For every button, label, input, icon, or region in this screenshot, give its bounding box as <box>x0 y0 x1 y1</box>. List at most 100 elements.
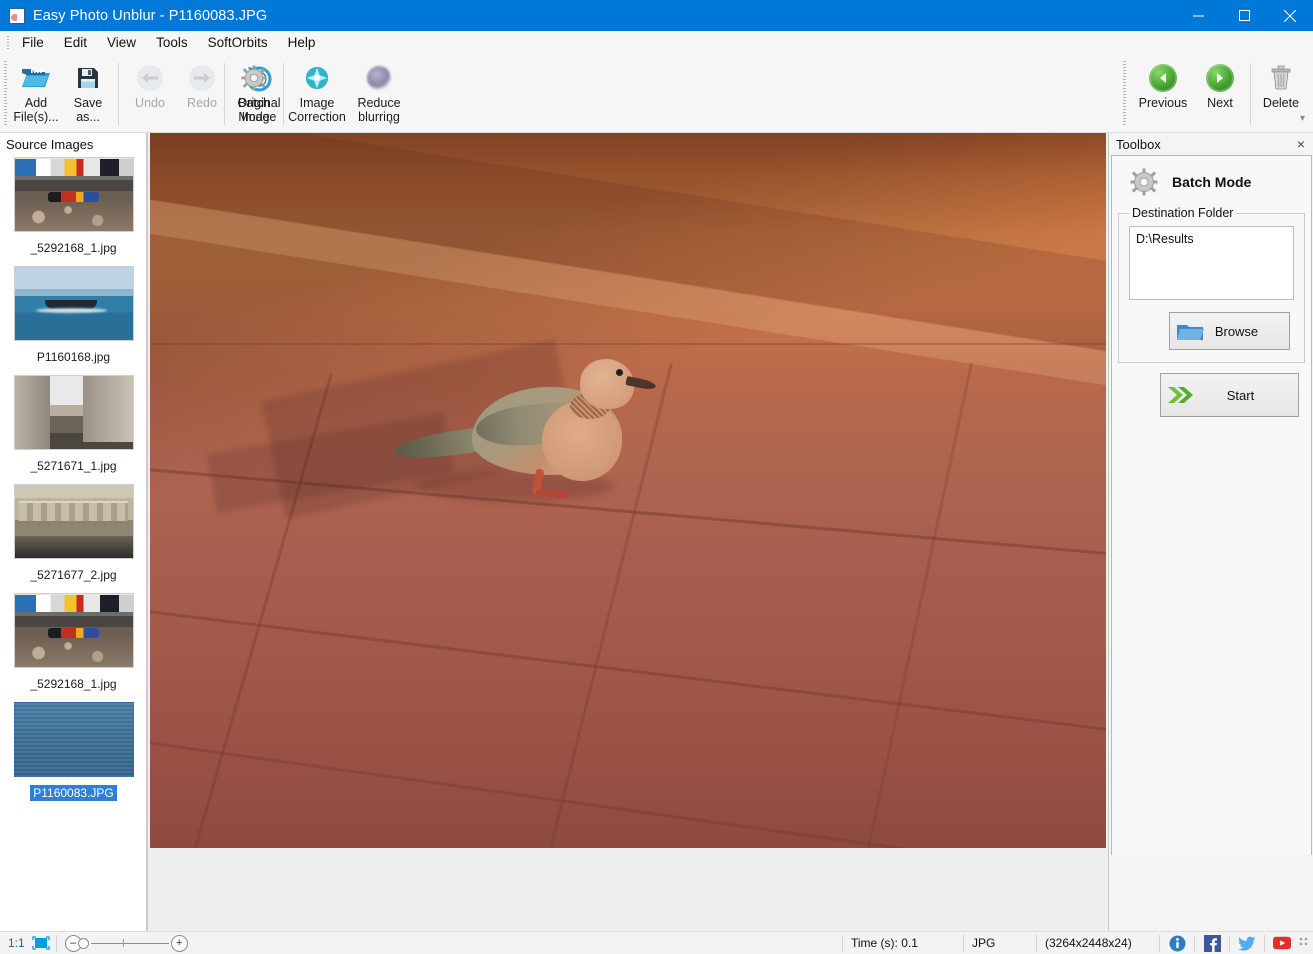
youtube-icon[interactable] <box>1273 935 1291 952</box>
start-label: Start <box>1226 387 1255 403</box>
zoom-ratio-label[interactable]: 1:1 <box>0 936 25 950</box>
image-correction-label: Image Correction <box>288 96 346 124</box>
thumbnail-image[interactable] <box>13 702 134 777</box>
zoom-slider-track[interactable] <box>90 938 169 947</box>
destination-folder-value[interactable]: D:\Results <box>1129 226 1294 300</box>
toolbar-right-grip[interactable] <box>1123 61 1126 125</box>
format-status: JPG <box>972 936 996 950</box>
thumbnail-image[interactable] <box>13 593 134 668</box>
start-button[interactable]: Start <box>1160 373 1299 417</box>
resize-grip[interactable] <box>1299 937 1311 949</box>
image-correction-icon <box>302 63 332 93</box>
thumbnail-caption: P1160083.JPG <box>30 785 117 801</box>
info-icon[interactable] <box>1168 935 1186 952</box>
menu-label-edit: Edit <box>63 35 88 50</box>
previous-icon <box>1148 63 1178 93</box>
title-bar: Easy Photo Unblur - P1160083.JPG <box>0 0 1313 31</box>
toolbar-separator-1 <box>118 63 119 125</box>
reduce-blurring-label: Reduce blurring <box>357 96 401 124</box>
close-icon[interactable]: × <box>1295 137 1307 151</box>
menu-bar: File Edit View Tools SoftOrbits Help <box>0 31 1313 55</box>
delete-icon <box>1266 63 1296 93</box>
dove-subject <box>392 353 657 513</box>
thumbnail-image[interactable] <box>13 157 134 232</box>
social-links <box>1160 934 1299 952</box>
thumbnail-caption: _5271677_2.jpg <box>30 568 117 582</box>
save-as-button[interactable]: Save as... <box>62 59 114 124</box>
list-item[interactable]: _5271677_2.jpg <box>0 482 147 591</box>
redo-icon <box>187 63 217 93</box>
thumbnail-caption: _5292168_1.jpg <box>30 241 117 255</box>
menu-item-file[interactable]: File <box>12 32 54 53</box>
previous-button[interactable]: Previous <box>1132 59 1194 125</box>
fit-to-window-icon[interactable] <box>32 936 50 950</box>
undo-label: Undo <box>135 96 165 110</box>
menu-item-help[interactable]: Help <box>278 32 326 53</box>
toolbar-group-file: Add File(s)... Save as... <box>10 59 114 124</box>
thumbnail-image[interactable] <box>13 375 134 450</box>
menu-label-file: File <box>22 35 44 50</box>
save-as-icon <box>73 63 103 93</box>
green-arrow-icon <box>1161 384 1201 406</box>
menu-item-tools[interactable]: Tools <box>146 32 198 53</box>
menu-item-softorbits[interactable]: SoftOrbits <box>198 32 278 53</box>
status-divider <box>1194 934 1195 952</box>
zoom-slider-handle[interactable] <box>77 937 89 949</box>
app-window: Easy Photo Unblur - P1160083.JPG File Ed… <box>0 0 1313 954</box>
toolbar-overflow-chevron[interactable]: ▾ <box>388 117 393 128</box>
maximize-button[interactable] <box>1221 0 1267 31</box>
close-button[interactable] <box>1267 0 1313 31</box>
image-canvas-area[interactable] <box>148 133 1109 931</box>
menu-label-tools: Tools <box>156 35 188 50</box>
dimensions-status: (3264x2448x24) <box>1045 936 1132 950</box>
toolbox-title: Toolbox <box>1116 136 1161 152</box>
browse-button[interactable]: Browse <box>1169 312 1290 350</box>
next-button[interactable]: Next <box>1194 59 1246 125</box>
photo-preview[interactable] <box>150 133 1106 848</box>
minimize-button[interactable] <box>1175 0 1221 31</box>
toolbar-right-overflow-chevron[interactable]: ▾ <box>1300 113 1305 124</box>
redo-button[interactable]: Redo <box>176 59 228 124</box>
list-item[interactable]: _5292168_1.jpg <box>0 155 147 264</box>
source-images-list[interactable]: _5292168_1.jpg P1160168.jpg _5271671_1.j… <box>0 155 147 931</box>
app-icon <box>9 7 25 24</box>
menu-drag-grip[interactable] <box>3 31 12 55</box>
redo-label: Redo <box>187 96 217 110</box>
destination-folder-group: Destination Folder D:\Results Browse <box>1118 206 1305 363</box>
twitter-icon[interactable] <box>1238 935 1256 952</box>
list-item-selected[interactable]: P1160083.JPG <box>0 700 147 809</box>
zoom-in-button[interactable]: + <box>170 934 188 952</box>
menu-item-view[interactable]: View <box>97 32 146 53</box>
toolbar-group-effects: Image Correction Reduce blurring <box>286 59 410 124</box>
list-item[interactable]: P1160168.jpg <box>0 264 147 373</box>
gear-icon <box>1130 168 1158 196</box>
list-item[interactable]: _5271671_1.jpg <box>0 373 147 482</box>
batch-mode-button[interactable]: Batch Mode <box>228 59 280 124</box>
add-files-button[interactable]: Add File(s)... <box>10 59 62 124</box>
browse-label: Browse <box>1214 323 1259 339</box>
source-images-panel: Source Images _5292168_1.jpg P1160168.jp… <box>0 133 148 931</box>
zoom-slider[interactable]: – + <box>64 934 188 952</box>
image-correction-button[interactable]: Image Correction <box>286 59 348 124</box>
undo-button[interactable]: Undo <box>124 59 176 124</box>
source-images-header: Source Images <box>0 133 147 155</box>
menu-item-edit[interactable]: Edit <box>54 32 97 53</box>
destination-folder-legend: Destination Folder <box>1132 206 1234 220</box>
status-divider <box>55 934 57 952</box>
menu-label-help: Help <box>287 35 316 50</box>
reduce-blurring-button[interactable]: Reduce blurring <box>348 59 410 124</box>
batch-mode-icon <box>239 63 269 93</box>
undo-icon <box>135 63 165 93</box>
list-item[interactable]: _5292168_1.jpg <box>0 591 147 700</box>
toolbar-separator-3 <box>283 63 284 125</box>
thumbnail-image[interactable] <box>13 484 134 559</box>
toolbar-separator-2 <box>224 63 225 125</box>
time-status: Time (s): 0.1 <box>851 936 918 950</box>
facebook-icon[interactable] <box>1203 934 1221 952</box>
add-files-icon <box>21 63 51 93</box>
next-icon <box>1205 63 1235 93</box>
status-divider <box>1229 934 1230 952</box>
thumbnail-image[interactable] <box>13 266 134 341</box>
status-bar: 1:1 – + Time (s): 0.1 JPG (3264x2448x24) <box>0 931 1313 954</box>
toolbar-drag-grip[interactable] <box>4 61 7 125</box>
